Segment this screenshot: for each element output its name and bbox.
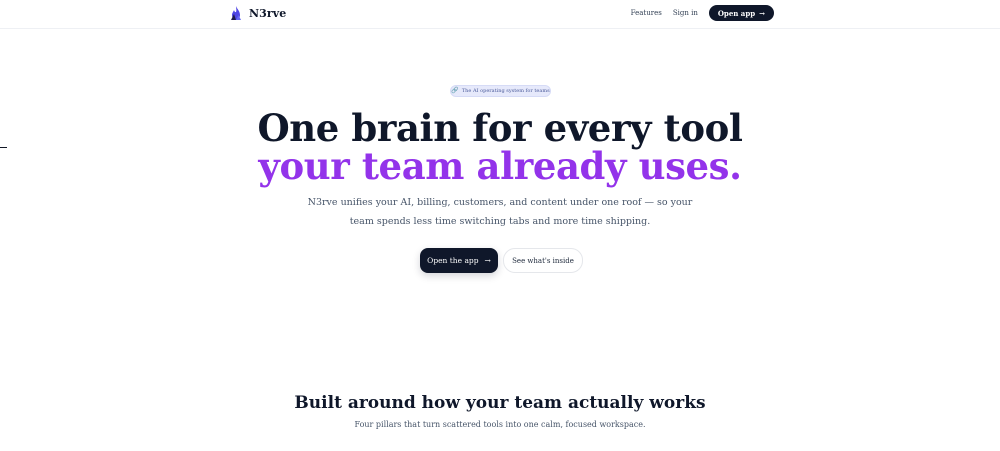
top-header: N3rve Features Sign in Open app → [0, 0, 1000, 29]
arrow-right-icon: → [759, 8, 765, 18]
hero-title-line-1: One brain for every tool [257, 106, 743, 150]
section-subtitle: Four pillars that turn scattered tools i… [354, 420, 646, 429]
nav-features-link[interactable]: Features [631, 9, 662, 17]
arrow-right-icon: → [484, 256, 491, 265]
nav-sign-in-link[interactable]: Sign in [673, 9, 698, 17]
link-icon: 🔗 [451, 87, 459, 94]
flame-logo-icon [231, 6, 241, 20]
top-nav: Features Sign in Open app → [631, 5, 774, 21]
section-title: Built around how your team actually work… [294, 393, 706, 413]
open-the-app-button[interactable]: Open the app → [420, 248, 498, 273]
open-app-button[interactable]: Open app → [708, 5, 774, 21]
brand-logo[interactable]: N3rve [228, 5, 286, 21]
hero-badge: 🔗 The AI operating system for teams [450, 85, 551, 97]
hero-title-line-2: your team already uses. [258, 144, 742, 188]
hero-subtitle-line-1: N3rve unifies your AI, billing, customer… [307, 197, 693, 208]
hero-badge-text: The AI operating system for teams [461, 88, 550, 94]
hero-subtitle-line-2: team spends less time switching tabs and… [349, 216, 651, 227]
open-app-label: Open app [717, 8, 756, 18]
brand-name: N3rve [249, 6, 287, 20]
open-the-app-label: Open the app [427, 256, 479, 265]
see-whats-inside-button[interactable]: See what's inside [503, 248, 583, 273]
hero-subtitle: N3rve unifies your AI, billing, customer… [300, 193, 700, 231]
